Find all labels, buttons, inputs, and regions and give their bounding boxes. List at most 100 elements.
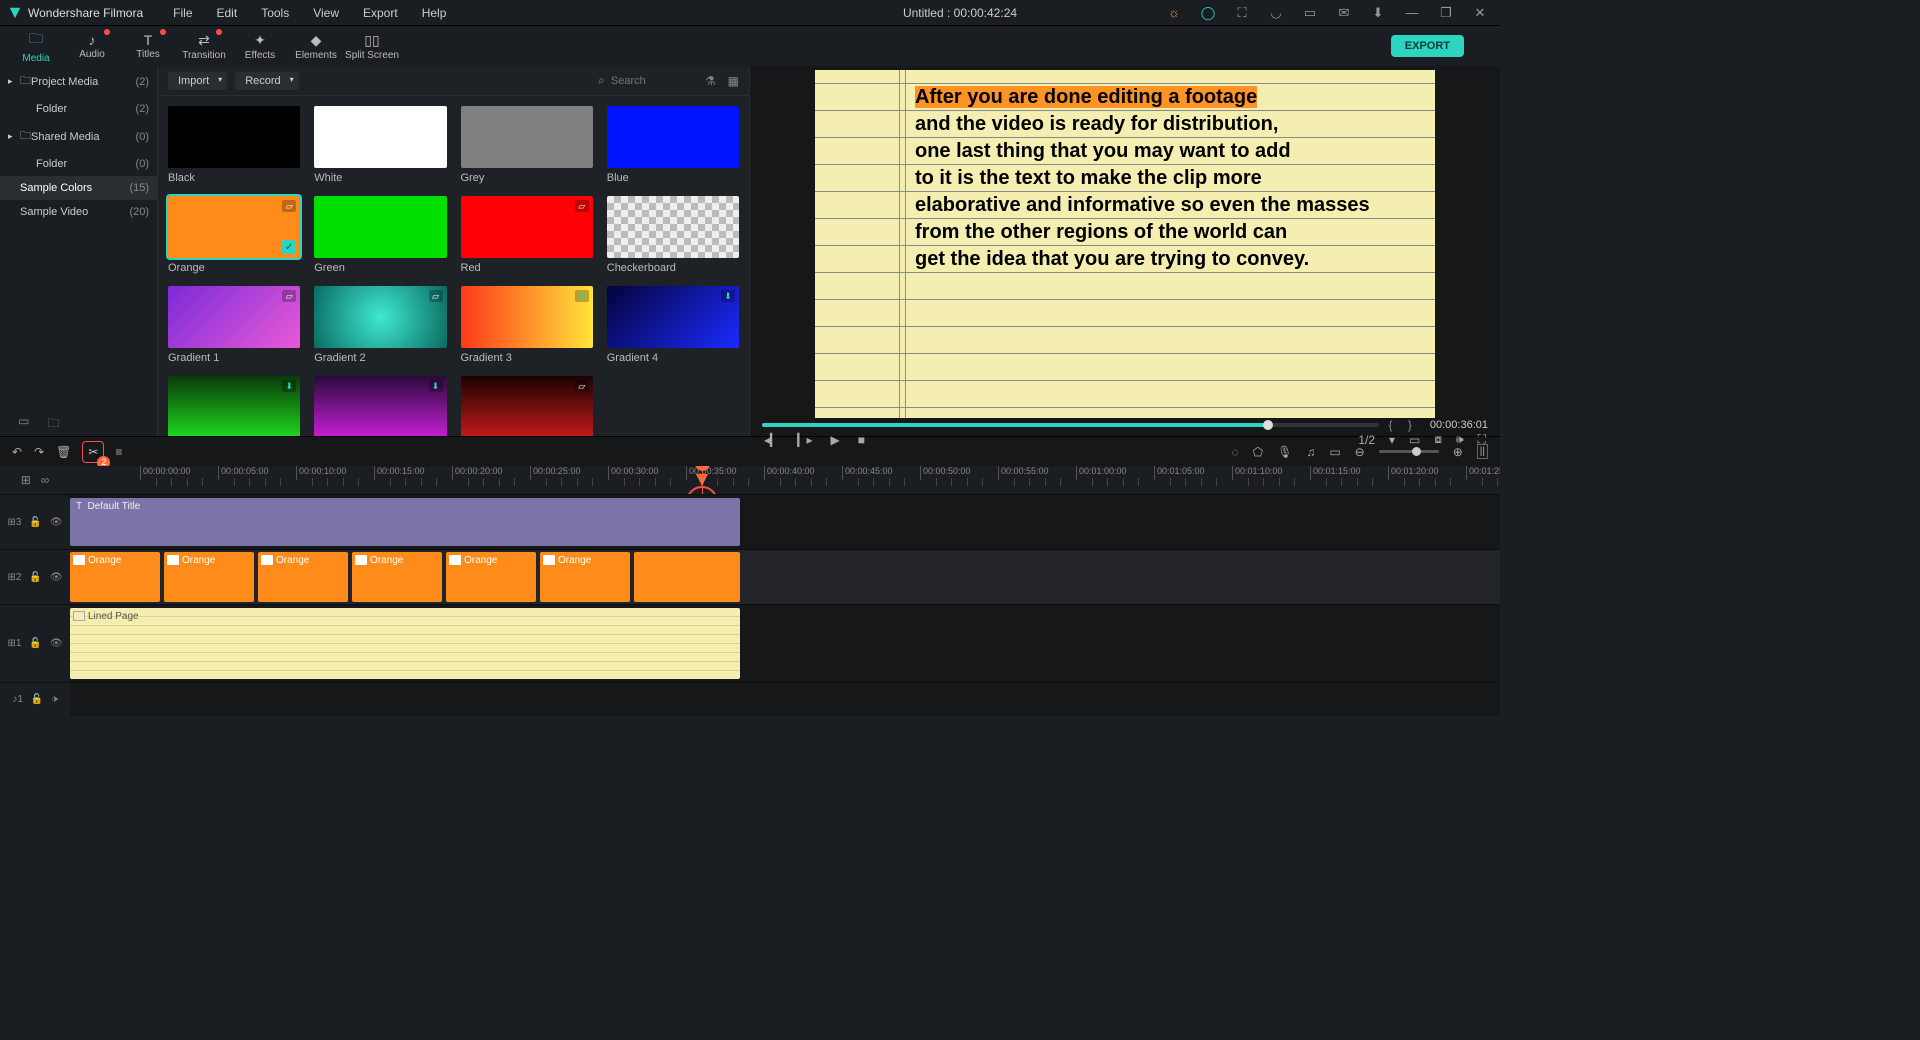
track-1: ⊞1🔓👁 Lined Page <box>0 604 1500 682</box>
titlebar: Wondershare Filmora FileEditToolsViewExp… <box>0 0 1500 26</box>
sidebar-item-sample-colors[interactable]: Sample Colors(15) <box>0 176 157 200</box>
undo-icon[interactable]: ↶ <box>12 445 22 459</box>
new-folder-icon[interactable]: ▭ <box>18 414 29 435</box>
thumb-black[interactable]: Black <box>168 106 300 184</box>
visibility-icon[interactable]: 👁 <box>50 572 63 583</box>
close-icon[interactable]: ✕ <box>1468 1 1492 25</box>
gift-icon[interactable]: ⛶ <box>1230 1 1254 25</box>
orange-clip[interactable]: Orange <box>352 552 442 602</box>
zoom-out-icon[interactable]: ⊖ <box>1355 445 1365 459</box>
orange-clip[interactable]: Orange <box>258 552 348 602</box>
next-frame-icon[interactable]: ▎▸ <box>797 433 812 447</box>
tab-elements[interactable]: ◆Elements <box>288 27 344 65</box>
crop-icon[interactable]: ▭ <box>1329 445 1340 459</box>
maximize-icon[interactable]: ❐ <box>1434 1 1458 25</box>
save-icon[interactable]: ▭ <box>1298 1 1322 25</box>
menu-tools[interactable]: Tools <box>251 3 299 23</box>
orange-clip[interactable]: Orange <box>164 552 254 602</box>
zoom-in-icon[interactable]: ⊕ <box>1453 445 1463 459</box>
support-icon[interactable]: ◯ <box>1196 1 1220 25</box>
delete-icon[interactable]: 🗑 <box>56 445 71 459</box>
thumb-gradient[interactable]: ⬇ <box>168 376 300 436</box>
lined-page-clip[interactable]: Lined Page <box>70 608 740 679</box>
playhead[interactable]: 1 ✂ <box>702 466 703 494</box>
record-dropdown[interactable]: Record <box>235 72 298 90</box>
media-sidebar: ▸🗀 Project Media(2)Folder(2)▸🗀 Shared Me… <box>0 66 158 436</box>
tab-media[interactable]: 🗀Media <box>8 27 64 65</box>
app-name: Wondershare Filmora <box>28 6 143 20</box>
export-button[interactable]: EXPORT <box>1391 35 1464 57</box>
tab-audio[interactable]: ♪Audio <box>64 27 120 65</box>
link-icon[interactable]: ∞ <box>41 473 50 487</box>
thumb-blue[interactable]: Blue <box>607 106 739 184</box>
sidebar-item-folder[interactable]: Folder(2) <box>0 97 157 121</box>
sidebar-item-folder[interactable]: Folder(0) <box>0 152 157 176</box>
title-clip[interactable]: T Default Title <box>70 498 740 546</box>
preview-timecode: 00:00:36:01 <box>1430 419 1488 431</box>
account-icon[interactable]: ◡ <box>1264 1 1288 25</box>
mark-brackets[interactable]: { } <box>1389 418 1418 432</box>
lock-icon[interactable]: 🔓 <box>29 638 41 649</box>
sidebar-item-sample-video[interactable]: Sample Video(20) <box>0 200 157 224</box>
orange-clip[interactable]: Orange <box>446 552 536 602</box>
tab-titles[interactable]: TTitles <box>120 27 176 65</box>
timeline: ⊞ ∞ 1 ✂ 00:00:00:0000:00:05:0000:00:10:0… <box>0 466 1500 716</box>
menu-view[interactable]: View <box>303 3 349 23</box>
tab-effects[interactable]: ✦Effects <box>232 27 288 65</box>
thumb-gradient[interactable]: ▱ <box>461 376 593 436</box>
mute-icon[interactable]: 🕩 <box>51 694 57 705</box>
timeline-ruler[interactable]: 1 ✂ 00:00:00:0000:00:05:0000:00:10:0000:… <box>140 466 1500 494</box>
tab-transition[interactable]: ⇄Transition <box>176 27 232 65</box>
menu-edit[interactable]: Edit <box>207 3 248 23</box>
thumb-gradient-3[interactable]: ⬇Gradient 3 <box>461 286 593 364</box>
download-icon[interactable]: ⬇ <box>1366 1 1390 25</box>
timeline-mode-icon[interactable]: ⊞ <box>21 473 31 487</box>
message-icon[interactable]: ✉ <box>1332 1 1356 25</box>
redo-icon[interactable]: ↷ <box>34 445 44 459</box>
import-dropdown[interactable]: Import <box>168 72 227 90</box>
preview-panel: After you are done editing a footageand … <box>750 66 1500 436</box>
stop-icon[interactable]: ■ <box>858 433 865 447</box>
lock-icon[interactable]: 🔓 <box>31 694 43 705</box>
thumb-checkerboard[interactable]: Checkerboard <box>607 196 739 274</box>
render-icon[interactable]: ◌ <box>1232 445 1239 459</box>
thumb-red[interactable]: ▱Red <box>461 196 593 274</box>
thumb-green[interactable]: Green <box>314 196 446 274</box>
edit-icon[interactable]: ≡ <box>115 445 122 459</box>
thumb-gradient-1[interactable]: ▱Gradient 1 <box>168 286 300 364</box>
tips-icon[interactable]: ☼ <box>1162 1 1186 25</box>
filter-icon[interactable]: ⚗ <box>705 74 716 88</box>
app-logo <box>8 6 22 20</box>
grid-view-icon[interactable]: ▦ <box>728 74 739 88</box>
sidebar-item-shared-media[interactable]: ▸🗀 Shared Media(0) <box>0 121 157 152</box>
split-button[interactable]: ✂2 <box>83 442 103 462</box>
thumb-white[interactable]: White <box>314 106 446 184</box>
lock-icon[interactable]: 🔓 <box>29 572 41 583</box>
visibility-icon[interactable]: 👁 <box>50 638 63 649</box>
orange-clip[interactable]: Orange <box>70 552 160 602</box>
audio-mixer-icon[interactable]: ♫ <box>1306 445 1315 459</box>
zoom-fit-icon[interactable]: || <box>1477 444 1488 459</box>
visibility-icon[interactable]: 👁 <box>50 517 63 528</box>
thumb-grey[interactable]: Grey <box>461 106 593 184</box>
orange-clip[interactable]: Orange <box>540 552 630 602</box>
menu-export[interactable]: Export <box>353 3 408 23</box>
search-input[interactable] <box>611 75 691 87</box>
voiceover-icon[interactable]: 🎙 <box>1277 445 1292 459</box>
thumb-orange[interactable]: ▱✓Orange <box>168 196 300 274</box>
prev-frame-icon[interactable]: ◂▎ <box>764 433 779 447</box>
thumb-gradient[interactable]: ⬇ <box>314 376 446 436</box>
lock-icon[interactable]: 🔓 <box>29 517 41 528</box>
menu-file[interactable]: File <box>163 3 202 23</box>
scrub-bar[interactable]: { } 00:00:36:01 <box>762 418 1488 432</box>
folder-icon[interactable]: 🗀 <box>47 414 59 435</box>
zoom-slider[interactable] <box>1379 450 1439 453</box>
marker-icon[interactable]: ⬠ <box>1253 445 1263 459</box>
tab-split-screen[interactable]: ▯▯Split Screen <box>344 27 400 65</box>
menu-help[interactable]: Help <box>412 3 457 23</box>
minimize-icon[interactable]: — <box>1400 1 1424 25</box>
sidebar-item-project-media[interactable]: ▸🗀 Project Media(2) <box>0 66 157 97</box>
play-icon[interactable]: ▶ <box>831 433 840 447</box>
thumb-gradient-2[interactable]: ▱Gradient 2 <box>314 286 446 364</box>
thumb-gradient-4[interactable]: ⬇Gradient 4 <box>607 286 739 364</box>
